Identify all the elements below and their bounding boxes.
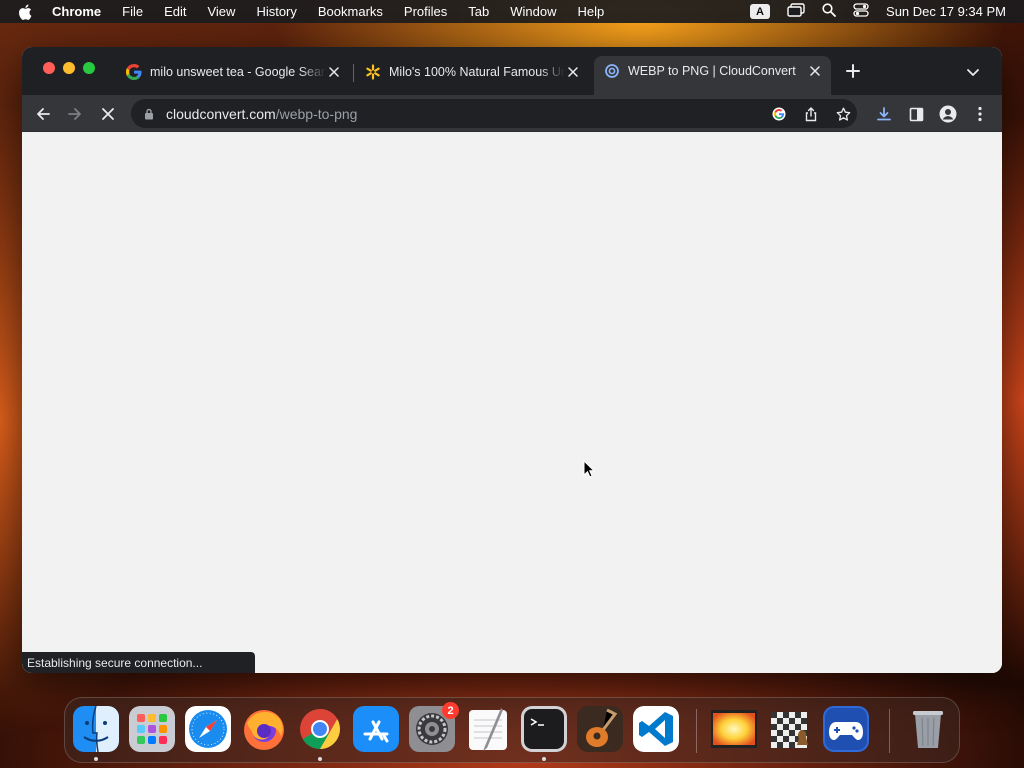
side-panel-icon[interactable] [906, 104, 926, 124]
dock-separator [889, 709, 890, 753]
system-settings-icon[interactable]: 2 [409, 702, 459, 752]
safari-icon[interactable] [185, 706, 231, 752]
toolbar: cloudconvert.com/webp-to-png [22, 95, 1002, 132]
url-host: cloudconvert.com [166, 105, 276, 122]
control-center-icon[interactable] [853, 3, 869, 20]
textedit-icon[interactable] [465, 706, 511, 752]
menu-profiles[interactable]: Profiles [404, 4, 447, 19]
zoom-window-button[interactable] [83, 62, 95, 74]
tab-title: Milo's 100% Natural Famous Unsweet Tea [389, 65, 565, 79]
cloudconvert-icon [604, 63, 620, 79]
forward-arrow-icon[interactable] [65, 104, 85, 124]
menu-tab[interactable]: Tab [468, 4, 489, 19]
page-content: Establishing secure connection... [22, 132, 1002, 673]
input-source-icon[interactable]: A [750, 4, 771, 19]
menu-app-name[interactable]: Chrome [52, 4, 101, 19]
tab-strip: milo unsweet tea - Google Search Milo's … [22, 47, 1002, 95]
menu-file[interactable]: File [122, 4, 143, 19]
running-indicator [318, 757, 322, 761]
menu-history[interactable]: History [256, 4, 296, 19]
spotlight-search-icon[interactable] [822, 3, 836, 20]
minimize-window-button[interactable] [63, 62, 75, 74]
menu-help[interactable]: Help [578, 4, 605, 19]
new-tab-plus-icon[interactable] [845, 63, 861, 79]
close-window-button[interactable] [43, 62, 55, 74]
firefox-icon[interactable] [241, 706, 287, 752]
chrome-icon[interactable] [297, 706, 343, 752]
url-path: /webp-to-png [275, 105, 358, 122]
app-store-icon[interactable] [353, 706, 399, 752]
more-menu-icon[interactable] [970, 104, 990, 124]
vscode-icon[interactable] [633, 706, 679, 752]
browser-window: milo unsweet tea - Google Search Milo's … [22, 47, 1002, 673]
terminal-icon[interactable] [521, 706, 567, 752]
running-indicator [94, 757, 98, 761]
trash-icon[interactable] [905, 706, 951, 752]
chess-icon[interactable] [767, 706, 813, 752]
apple-menu-icon[interactable] [18, 4, 36, 20]
profile-avatar-icon[interactable] [938, 104, 958, 124]
menubar-clock[interactable]: Sun Dec 17 9:34 PM [886, 4, 1006, 19]
dock: 2 [64, 697, 960, 763]
address-bar[interactable]: cloudconvert.com/webp-to-png [131, 99, 857, 128]
dock-separator [696, 709, 697, 753]
screen-mirroring-icon[interactable] [787, 3, 805, 20]
stop-loading-icon[interactable] [98, 104, 118, 124]
game-controller-icon[interactable] [823, 706, 869, 752]
bookmark-star-icon[interactable] [835, 106, 851, 122]
preview-image-icon[interactable] [711, 706, 757, 752]
tab-title: milo unsweet tea - Google Search [150, 65, 326, 79]
tab-search-chevron-down-icon[interactable] [966, 65, 980, 77]
tab-separator [353, 64, 354, 82]
mouse-pointer-icon [583, 459, 596, 478]
close-icon[interactable] [326, 64, 342, 80]
tab-walmart[interactable]: Milo's 100% Natural Famous Unsweet Tea [355, 57, 589, 87]
google-lens-icon[interactable] [771, 106, 787, 122]
back-arrow-icon[interactable] [33, 104, 53, 124]
walmart-icon [365, 64, 381, 80]
tab-google-search[interactable]: milo unsweet tea - Google Search [116, 57, 350, 87]
tab-cloudconvert[interactable]: WEBP to PNG | CloudConvert [594, 56, 831, 95]
status-bubble: Establishing secure connection... [22, 652, 255, 673]
site-info-icon[interactable] [142, 107, 156, 121]
tab-title: WEBP to PNG | CloudConvert [628, 64, 796, 78]
close-icon[interactable] [807, 63, 823, 79]
close-icon[interactable] [565, 64, 581, 80]
running-indicator [542, 757, 546, 761]
menu-view[interactable]: View [207, 4, 235, 19]
garageband-icon[interactable] [577, 706, 623, 752]
notification-badge: 2 [442, 702, 459, 719]
share-icon[interactable] [803, 106, 819, 122]
menu-bar: Chrome File Edit View History Bookmarks … [0, 0, 1024, 23]
menu-bookmarks[interactable]: Bookmarks [318, 4, 383, 19]
menu-edit[interactable]: Edit [164, 4, 186, 19]
launchpad-icon[interactable] [129, 706, 175, 752]
downloads-icon[interactable] [874, 104, 894, 124]
google-icon [126, 64, 142, 80]
menu-window[interactable]: Window [510, 4, 556, 19]
finder-icon[interactable] [73, 706, 119, 752]
